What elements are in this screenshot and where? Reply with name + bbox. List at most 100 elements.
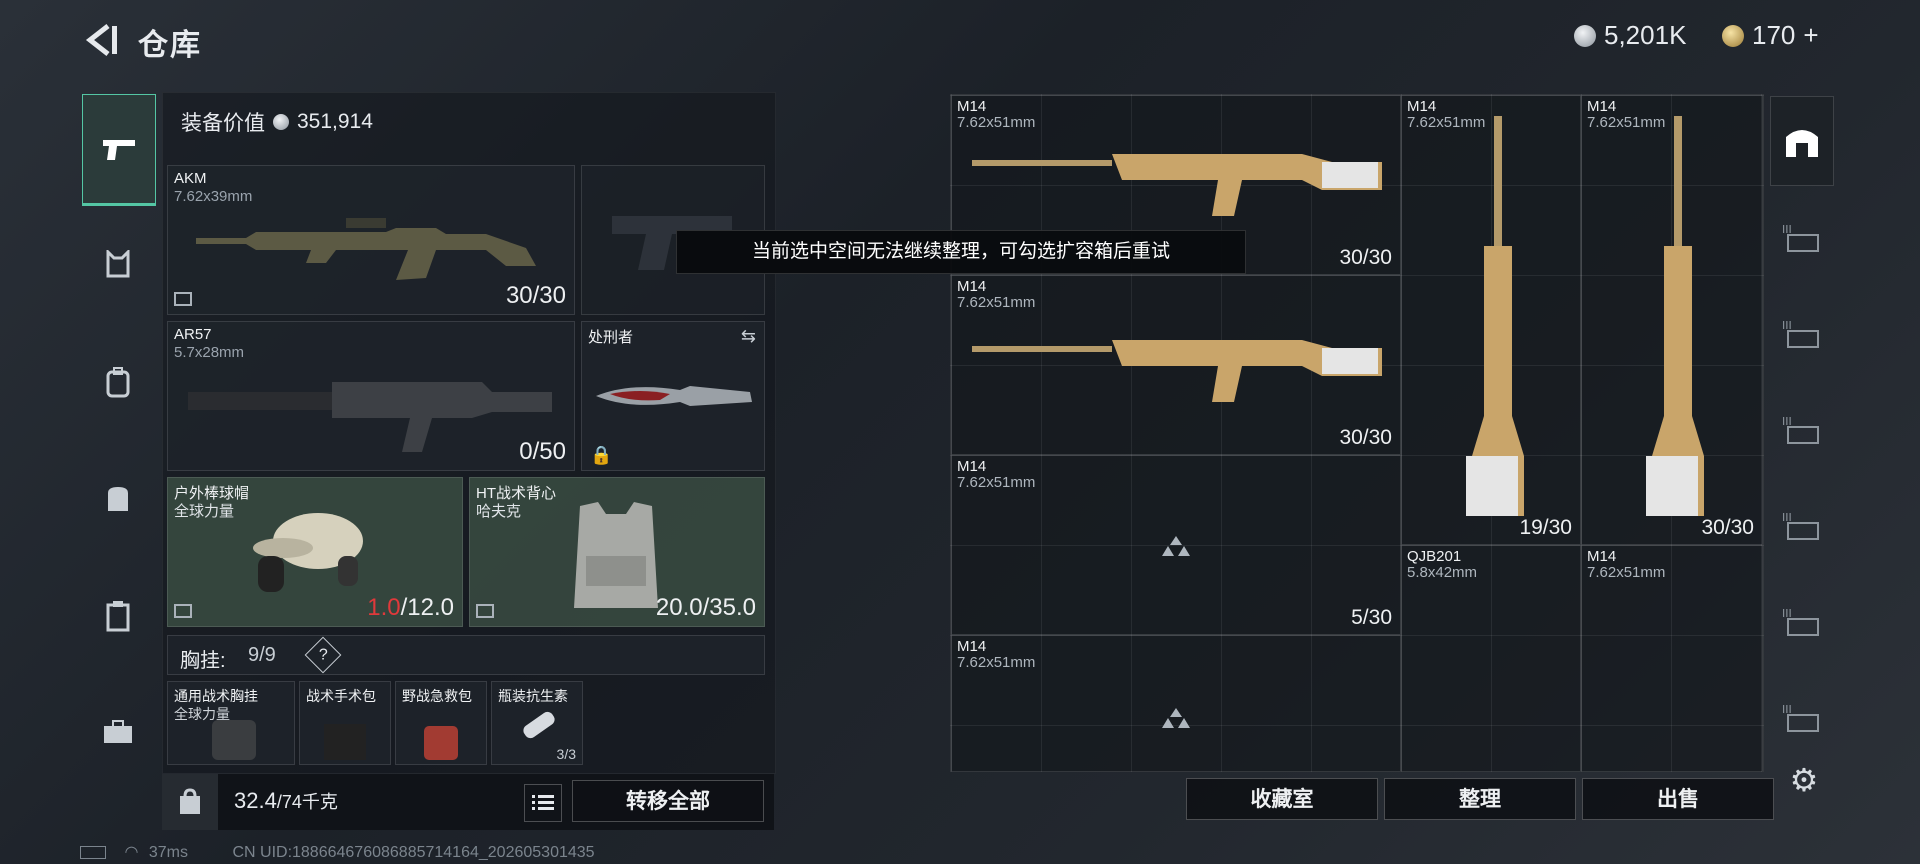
item-name: 瓶装抗生素 [498,688,568,704]
item-name: M14 [957,638,987,655]
item-caliber: 7.62x51mm [1587,564,1666,581]
case-3-icon: III [1782,415,1819,444]
rig-item-card[interactable]: 瓶装抗生素 3/3 [491,681,583,765]
storage-item[interactable]: M14 7.62x51mm 30/30 [951,275,1401,455]
weight-readout: 32.4/74千克 [234,788,338,814]
settings-button[interactable]: ⚙ [1786,762,1822,798]
organize-button[interactable]: 整理 [1384,778,1576,820]
rail-case-slot[interactable]: III [1770,288,1834,378]
item-name: M14 [1587,548,1617,565]
storage-item[interactable]: M14 7.62x51mm [1581,545,1763,771]
case-3-icon: III [1782,319,1819,348]
back-arrow-icon [85,24,117,56]
item-caliber: 5.8x42mm [1407,564,1478,581]
capacity-button[interactable] [162,774,218,830]
item-name: AR57 [174,326,212,343]
item-name: M14 [957,98,987,115]
ar57-rifle-icon [188,382,552,452]
armor-icon [106,250,130,278]
rig-item-card[interactable]: 通用战术胸挂 全球力量 [167,681,295,765]
back-button[interactable] [80,20,120,60]
storage-item[interactable]: QJB201 5.8x42mm [1401,545,1581,771]
item-caliber: 7.62x51mm [957,654,1036,671]
rail-toolbox[interactable] [82,678,154,786]
item-name: M14 [957,278,987,295]
helmet-slot[interactable]: 户外棒球帽 全球力量 1.0/12.0 [167,477,463,627]
ammo-count: 30/30 [1339,246,1392,269]
m14-vertical-rifle-icon [1466,116,1524,516]
gold-add-button[interactable]: + [1803,20,1818,51]
rail-weapons[interactable] [82,94,156,206]
rail-case-slot[interactable]: III [1770,576,1834,666]
transfer-all-button[interactable]: 转移全部 [572,780,764,822]
equipment-value-amount: 351,914 [297,110,373,133]
backpack-icon [106,367,130,398]
silver-coin-icon [1574,24,1596,47]
melee-slot[interactable]: 处刑者 ⇆ 🔒 [581,321,765,471]
rail-case[interactable] [82,562,154,670]
surgical-kit-icon [324,724,366,760]
rail-warehouse[interactable] [1770,96,1834,186]
rig-item-card[interactable]: 野战急救包 [395,681,487,765]
list-view-button[interactable] [524,784,562,822]
silver-amount: 5,201K [1604,20,1687,50]
rarity-triangles-icon [1162,708,1190,728]
rail-case-slot[interactable]: III [1770,192,1834,282]
storage-rail: III III III III III III [1770,96,1834,776]
ammo-count: 5/30 [1351,606,1392,629]
armor-slot[interactable]: HT战术背心 哈夫克 20.0/35.0 [469,477,765,627]
rarity-triangles-icon [1162,536,1190,556]
ammo-count: 30/30 [1701,516,1754,539]
item-quantity: 3/3 [556,746,576,762]
rail-case-slot[interactable]: III [1770,384,1834,474]
durability: 20.0/35.0 [655,594,756,621]
storage-item[interactable]: M14 7.62x51mm [951,635,1401,771]
item-brand: 哈夫克 [476,503,522,520]
rail-case-slot[interactable]: III [1770,672,1834,762]
rig-item-card[interactable]: 战术手术包 [299,681,391,765]
warehouse-icon [1786,130,1818,157]
ammo-count: 19/30 [1519,516,1572,539]
status-footer: ◠ 37ms CN UID:18866467608688571​4164_202… [80,842,595,862]
category-rail [82,88,156,808]
sell-button[interactable]: 出售 [1582,778,1774,820]
m14-vertical-rifle-icon [1646,116,1704,516]
primary-weapon-slot-1[interactable]: AKM 7.62x39mm 30/30 [167,165,575,315]
item-name: M14 [1407,98,1437,115]
storage-item[interactable]: M14 7.62x51mm 5/30 [951,455,1401,635]
gold-currency[interactable]: 170 + [1722,20,1819,51]
rail-bag[interactable] [82,444,154,552]
primary-weapon-slot-2[interactable]: AR57 5.7x28mm 0/50 [167,321,575,471]
storage-item[interactable]: M14 7.62x51mm 30/30 [1581,95,1763,545]
item-name: 战术手术包 [306,688,376,704]
item-name: 处刑者 [588,329,634,346]
rail-backpack[interactable] [82,328,154,436]
case-3-icon: III [1782,223,1819,252]
equipment-value: 装备价值 351,914 [181,107,373,137]
ammo-count: 30/30 [505,282,566,309]
battery-icon [80,846,106,860]
collection-room-button[interactable]: 收藏室 [1186,778,1378,820]
rail-case-slot[interactable]: III [1770,480,1834,570]
weight-icon [180,788,200,814]
page-title: 仓库 [138,29,202,62]
m14-rifle-icon [972,154,1382,216]
baseball-cap-icon [253,513,363,592]
swap-icon[interactable]: ⇆ [741,326,756,347]
tooltip-overlay: 当前选中空间无法继续整理，可勾选扩容箱后重试 [676,230,1246,274]
akm-rifle-icon [196,218,536,280]
ping: 37ms [148,844,188,861]
item-name: M14 [957,458,987,475]
gold-coin-icon [1722,24,1744,47]
item-caliber: 7.62x51mm [957,474,1036,491]
chest-rig-icon [212,720,256,760]
silver-coin-icon [273,114,289,130]
chest-rig-header: 胸挂: 9/9 ? [167,635,765,675]
durability-current: 1.0 [367,594,401,621]
first-aid-kit-icon [424,726,458,760]
rail-armor[interactable] [82,210,154,318]
help-button[interactable]: ? [304,636,342,674]
silver-currency: 5,201K [1574,20,1686,51]
storage-item[interactable]: M14 7.62x51mm 19/30 [1401,95,1581,545]
case-icon [106,601,130,632]
